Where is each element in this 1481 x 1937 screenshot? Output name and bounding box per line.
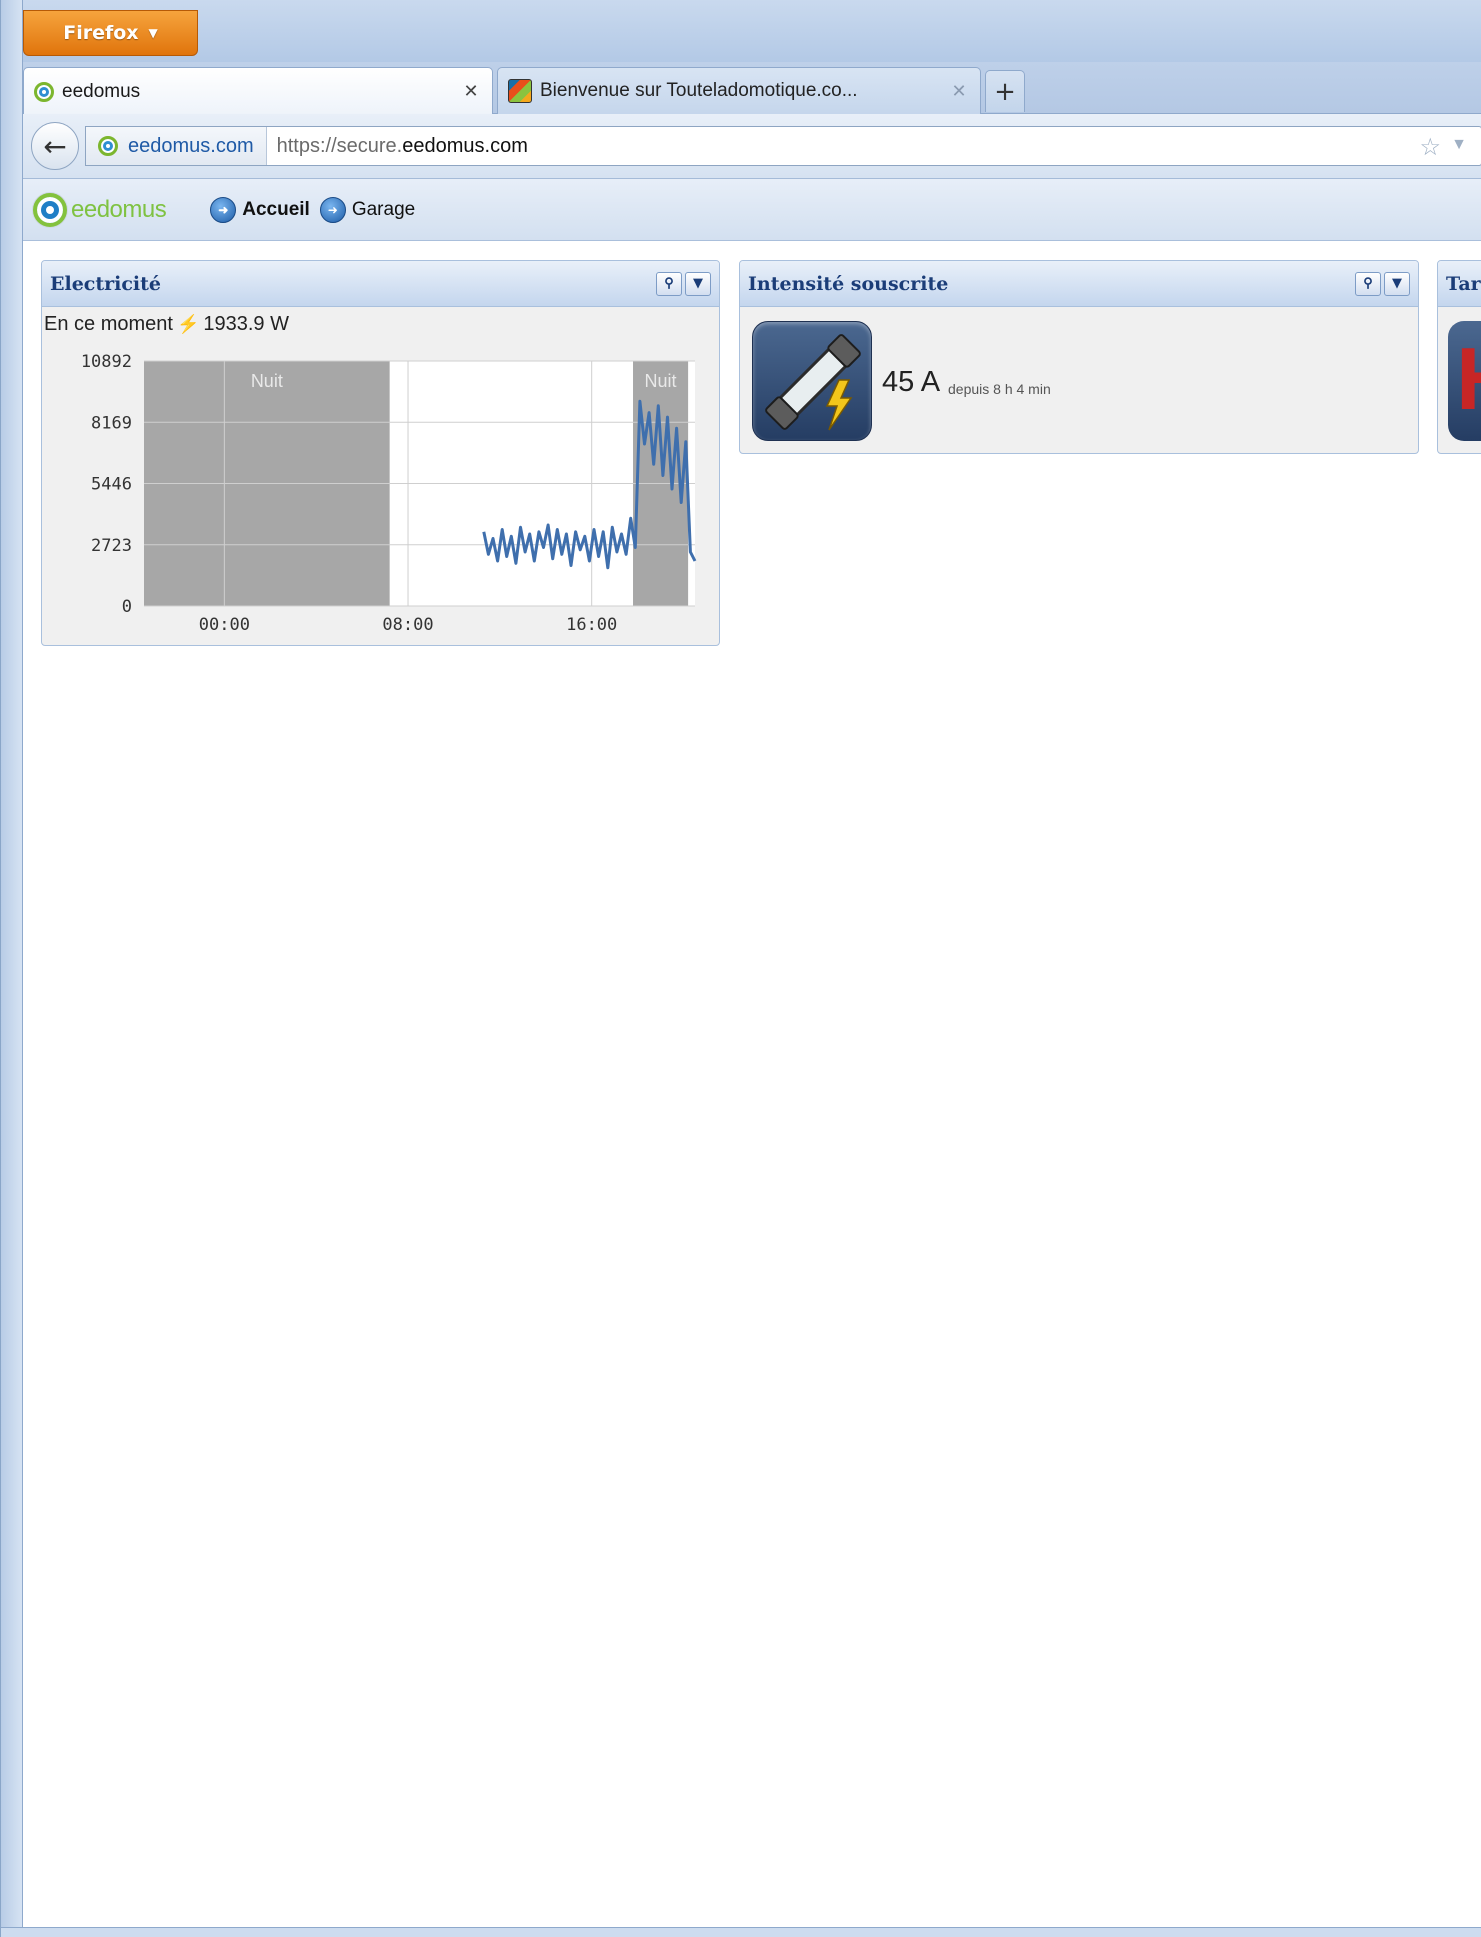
widget-electricite: Electricité ⚲ ▼ En ce moment ⚡ 1933.9 W … [41, 260, 720, 646]
night-band-label: Nuit [251, 371, 283, 391]
tariff-letter: H [1456, 335, 1481, 423]
firefox-menu-label: Firefox [63, 22, 139, 44]
x-tick-label: 08:00 [382, 615, 433, 635]
close-icon[interactable]: ✕ [948, 81, 970, 102]
joomla-favicon-icon [508, 79, 532, 103]
intensity-value: 45 A [882, 366, 941, 398]
site-identity-label: eedomus.com [128, 134, 254, 157]
y-tick-label: 5446 [91, 475, 132, 495]
y-tick-label: 0 [122, 597, 132, 617]
y-tick-label: 2723 [91, 536, 132, 556]
tab-strip: eedomus ✕ Bienvenue sur Touteladomotique… [23, 62, 1481, 115]
navigation-bar: ← eedomus.com https://secure.eedomus.com… [23, 114, 1481, 179]
widget-intensite: Intensité souscrite ⚲ ▼ 45 A depuis 8 h … [739, 260, 1419, 454]
url-prefix: https://secure. [276, 134, 403, 157]
arrow-right-circle-icon: ➜ [210, 196, 237, 223]
x-tick-label: 00:00 [199, 615, 250, 635]
zoom-icon[interactable]: ⚲ [1355, 271, 1381, 296]
tab-touteladomotique[interactable]: Bienvenue sur Touteladomotique.co... ✕ [497, 67, 981, 114]
close-icon[interactable]: ✕ [460, 81, 482, 102]
widget-header: Tar [1438, 261, 1481, 307]
nav-garage[interactable]: ➜ Garage [319, 196, 416, 223]
back-button[interactable]: ← [31, 122, 79, 170]
widget-title: Intensité souscrite [748, 272, 949, 295]
chevron-down-icon[interactable]: ▼ [1384, 271, 1410, 296]
arrow-right-circle-icon: ➜ [319, 196, 346, 223]
url-bar[interactable]: eedomus.com https://secure.eedomus.com ☆… [85, 126, 1481, 166]
widget-header: Intensité souscrite ⚲ ▼ [740, 261, 1418, 307]
title-bar [23, 0, 1481, 62]
tab-eedomus[interactable]: eedomus ✕ [23, 67, 493, 115]
intensity-since: depuis 8 h 4 min [948, 381, 1051, 397]
url-domain: eedomus.com [402, 134, 528, 157]
bookmark-star-icon[interactable]: ☆ [1419, 133, 1441, 162]
browser-window: Firefox ▼ eedomus ✕ Bienvenue sur Toutel… [0, 0, 1481, 1937]
y-tick-label: 8169 [91, 413, 132, 433]
history-dropdown-icon[interactable]: ▼ [1451, 136, 1467, 154]
logo-text: eedomus [71, 195, 167, 223]
arrow-left-icon: ← [43, 129, 67, 163]
firefox-menu-button[interactable]: Firefox ▼ [23, 10, 198, 56]
chevron-down-icon: ▼ [148, 26, 158, 40]
url-text[interactable]: https://secure.eedomus.com [267, 135, 528, 158]
nav-accueil[interactable]: ➜ Accueil [210, 196, 310, 223]
site-identity-button[interactable]: eedomus.com [86, 127, 267, 165]
widget-tarif: Tar H [1437, 260, 1481, 454]
x-tick-label: 16:00 [566, 615, 617, 635]
eedomus-logo-icon [33, 192, 67, 227]
night-band-label: Nuit [645, 371, 677, 391]
new-tab-button[interactable]: + [985, 70, 1025, 112]
eedomus-favicon-icon [34, 81, 54, 102]
nav-garage-label: Garage [351, 198, 416, 220]
tariff-icon[interactable]: H [1448, 321, 1481, 441]
window-frame-bottom [1, 1927, 1481, 1937]
nav-accueil-label: Accueil [242, 198, 310, 220]
fuse-icon[interactable] [752, 321, 872, 441]
power-chart[interactable]: Nuit Nuit 0 2723 5446 8169 10892 00:00 08:00 16:0… [42, 261, 720, 646]
window-frame-left [1, 0, 23, 1937]
tab-title: eedomus [62, 80, 141, 102]
fuse-drawing [765, 334, 861, 431]
app-header: eedomus ➜ Accueil ➜ Garage [23, 179, 1481, 241]
eedomus-logo[interactable]: eedomus [33, 192, 167, 227]
tab-title: Bienvenue sur Touteladomotique.co... [540, 80, 858, 101]
y-tick-label: 10892 [81, 352, 132, 372]
eedomus-favicon-icon [98, 136, 118, 156]
widget-title: Tar [1446, 272, 1481, 295]
